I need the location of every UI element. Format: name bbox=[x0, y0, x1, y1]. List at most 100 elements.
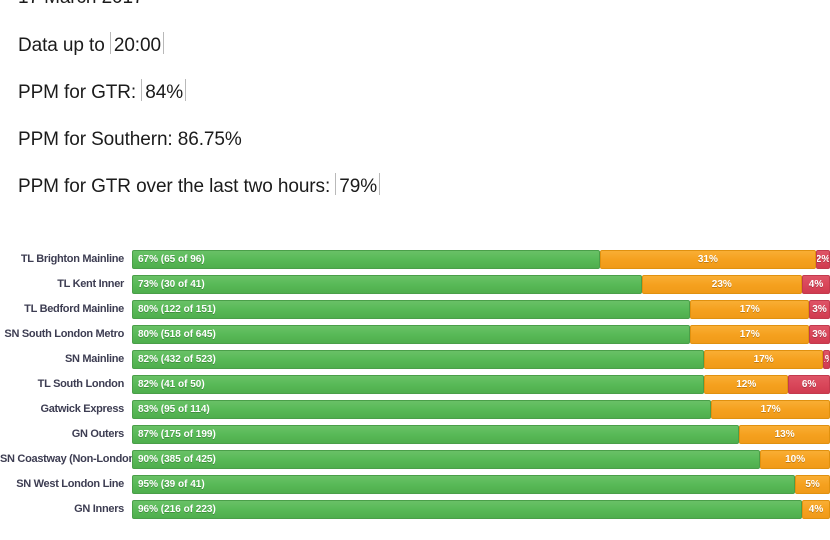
bar-segment-on-time[interactable]: 90% (385 of 425) bbox=[132, 450, 760, 469]
route-label: GN Outers bbox=[0, 425, 132, 444]
chart-row: TL Bedford Mainline 80% (122 of 151) 17% 3% bbox=[0, 300, 830, 319]
bar-segment-on-time[interactable]: 73% (30 of 41) bbox=[132, 275, 642, 294]
bar-segment-on-time-label: 95% (39 of 41) bbox=[138, 479, 205, 490]
chart-row: SN Mainline82% (432 of 523)17%1% bbox=[0, 350, 830, 369]
bar-segment-very-late-label: 4% bbox=[809, 279, 823, 290]
bar-segment-late-label: 23% bbox=[712, 279, 732, 290]
report-date-line: 17 March 2017 bbox=[18, 0, 818, 10]
bar-segment-late[interactable]: 13% bbox=[739, 425, 830, 444]
route-label: TL Bedford Mainline bbox=[0, 300, 132, 319]
ppm-gtr-two-hours-value[interactable]: 79% bbox=[335, 175, 380, 199]
bar-segment-late[interactable]: 17% bbox=[690, 300, 809, 319]
bar-segment-late[interactable]: 10% bbox=[760, 450, 830, 469]
bar-segment-on-time-label: 82% (432 of 523) bbox=[138, 354, 216, 365]
bar-segment-late-label: 17% bbox=[754, 354, 774, 365]
bar-track: 80% (122 of 151) 17% 3% bbox=[132, 300, 830, 319]
ppm-gtr-two-hours-label: PPM for GTR over the last two hours: bbox=[18, 176, 335, 197]
bar-segment-very-late-label: 6% bbox=[802, 379, 816, 390]
chart-row: TL South London 82% (41 of 50) 12% 6% bbox=[0, 375, 830, 394]
bar-track: 67% (65 of 96) 31% 2% bbox=[132, 250, 830, 269]
route-punctuality-stacked-bar-chart: TL Brighton Mainline67% (65 of 96)31%2%T… bbox=[0, 250, 830, 540]
ppm-gtr-line: PPM for GTR: 84% bbox=[18, 81, 818, 105]
bar-segment-on-time-label: 82% (41 of 50) bbox=[138, 379, 205, 390]
data-up-to-label: Data up to bbox=[18, 35, 110, 56]
summary-text-block: 17 March 2017 Data up to 20:00 PPM for G… bbox=[18, 0, 818, 222]
chart-row: SN South London Metro 80% (518 of 645) 17%… bbox=[0, 325, 830, 344]
bar-segment-on-time-label: 67% (65 of 96) bbox=[138, 254, 205, 265]
bar-track: 82% (41 of 50) 12% 6% bbox=[132, 375, 830, 394]
bar-segment-late[interactable]: 23% bbox=[642, 275, 803, 294]
bar-segment-on-time-label: 83% (95 of 114) bbox=[138, 404, 210, 415]
ppm-dashboard-page: 17 March 2017 Data up to 20:00 PPM for G… bbox=[0, 0, 830, 540]
bar-segment-late-label: 17% bbox=[740, 329, 760, 340]
bar-segment-very-late[interactable]: 4% bbox=[802, 275, 830, 294]
bar-segment-on-time-label: 87% (175 of 199) bbox=[138, 429, 216, 440]
bar-segment-late-label: 17% bbox=[740, 304, 760, 315]
bar-segment-late-label: 31% bbox=[698, 254, 718, 265]
bar-segment-on-time-label: 73% (30 of 41) bbox=[138, 279, 205, 290]
bar-segment-on-time[interactable]: 95% (39 of 41) bbox=[132, 475, 795, 494]
bar-segment-on-time-label: 80% (518 of 645) bbox=[138, 329, 216, 340]
bar-segment-late-label: 10% bbox=[785, 454, 805, 465]
report-date: 17 March 2017 bbox=[18, 0, 143, 8]
bar-segment-on-time[interactable]: 67% (65 of 96) bbox=[132, 250, 600, 269]
bar-track: 80% (518 of 645) 17% 3% bbox=[132, 325, 830, 344]
bar-segment-on-time-label: 80% (122 of 151) bbox=[138, 304, 216, 315]
bar-segment-late-label: 17% bbox=[761, 404, 781, 415]
bar-segment-very-late-label: 3% bbox=[812, 329, 826, 340]
chart-row: GN Inners 96% (216 of 223) 4% bbox=[0, 500, 830, 519]
bar-segment-late[interactable]: 17% bbox=[690, 325, 809, 344]
route-label: GN Inners bbox=[0, 500, 132, 519]
ppm-gtr-value[interactable]: 84% bbox=[141, 81, 186, 105]
chart-row: TL Brighton Mainline 67% (65 of 96) 31% 2% bbox=[0, 250, 830, 269]
bar-track: 87% (175 of 199) 13% bbox=[132, 425, 830, 444]
ppm-gtr-two-hours-line: PPM for GTR over the last two hours: 79% bbox=[18, 175, 818, 199]
bar-segment-late[interactable]: 17% bbox=[704, 350, 823, 369]
bar-segment-on-time[interactable]: 82% (432 of 523) bbox=[132, 350, 704, 369]
bar-segment-on-time[interactable]: 80% (518 of 645) bbox=[132, 325, 690, 344]
bar-segment-on-time[interactable]: 80% (122 of 151) bbox=[132, 300, 690, 319]
bar-track: 96% (216 of 223) 4% bbox=[132, 500, 830, 519]
data-up-to-value[interactable]: 20:00 bbox=[110, 34, 164, 58]
bar-track: 82% (432 of 523) 17% 1% bbox=[132, 350, 830, 369]
bar-segment-on-time[interactable]: 83% (95 of 114) bbox=[132, 400, 711, 419]
bar-segment-very-late[interactable]: 1% bbox=[823, 350, 830, 369]
chart-row: TL Kent Inner73% (30 of 41)23%4% bbox=[0, 275, 830, 294]
bar-segment-very-late[interactable]: 2% bbox=[816, 250, 830, 269]
bar-segment-late-label: 5% bbox=[805, 479, 819, 490]
bar-segment-late-label: 13% bbox=[775, 429, 795, 440]
bar-segment-very-late-label: 3% bbox=[812, 304, 826, 315]
bar-segment-late-label: 12% bbox=[736, 379, 756, 390]
route-label: SN Coastway (Non-London) bbox=[0, 450, 132, 469]
bar-segment-late[interactable]: 5% bbox=[795, 475, 830, 494]
bar-segment-late[interactable]: 4% bbox=[802, 500, 830, 519]
chart-row: Gatwick Express 83% (95 of 114) 17% bbox=[0, 400, 830, 419]
bar-segment-late[interactable]: 12% bbox=[704, 375, 788, 394]
bar-segment-very-late[interactable]: 3% bbox=[809, 300, 830, 319]
bar-segment-very-late-label: 1% bbox=[823, 354, 830, 365]
route-label: TL South London bbox=[0, 375, 132, 394]
bar-segment-very-late-label: 2% bbox=[816, 254, 830, 265]
bar-segment-on-time[interactable]: 82% (41 of 50) bbox=[132, 375, 704, 394]
bar-segment-very-late[interactable]: 6% bbox=[788, 375, 830, 394]
bar-segment-on-time[interactable]: 87% (175 of 199) bbox=[132, 425, 739, 444]
route-label: TL Brighton Mainline bbox=[0, 250, 132, 269]
bar-track: 95% (39 of 41) 5% bbox=[132, 475, 830, 494]
ppm-gtr-label: PPM for GTR: bbox=[18, 82, 141, 103]
bar-track: 73% (30 of 41) 23% 4% bbox=[132, 275, 830, 294]
bar-track: 83% (95 of 114) 17% bbox=[132, 400, 830, 419]
route-label: Gatwick Express bbox=[0, 400, 132, 419]
bar-segment-on-time-label: 90% (385 of 425) bbox=[138, 454, 216, 465]
ppm-southern-label: PPM for Southern: 86.75% bbox=[18, 129, 242, 150]
data-up-to-line: Data up to 20:00 bbox=[18, 34, 818, 58]
route-label: SN West London Line bbox=[0, 475, 132, 494]
bar-track: 90% (385 of 425) 10% bbox=[132, 450, 830, 469]
bar-segment-late[interactable]: 31% bbox=[600, 250, 816, 269]
bar-segment-on-time[interactable]: 96% (216 of 223) bbox=[132, 500, 802, 519]
chart-row: GN Outers 87% (175 of 199) 13% bbox=[0, 425, 830, 444]
bar-segment-late[interactable]: 17% bbox=[711, 400, 830, 419]
route-label: SN South London Metro bbox=[0, 325, 132, 344]
bar-segment-very-late[interactable]: 3% bbox=[809, 325, 830, 344]
bar-segment-on-time-label: 96% (216 of 223) bbox=[138, 504, 216, 515]
ppm-southern-line: PPM for Southern: 86.75% bbox=[18, 128, 818, 152]
